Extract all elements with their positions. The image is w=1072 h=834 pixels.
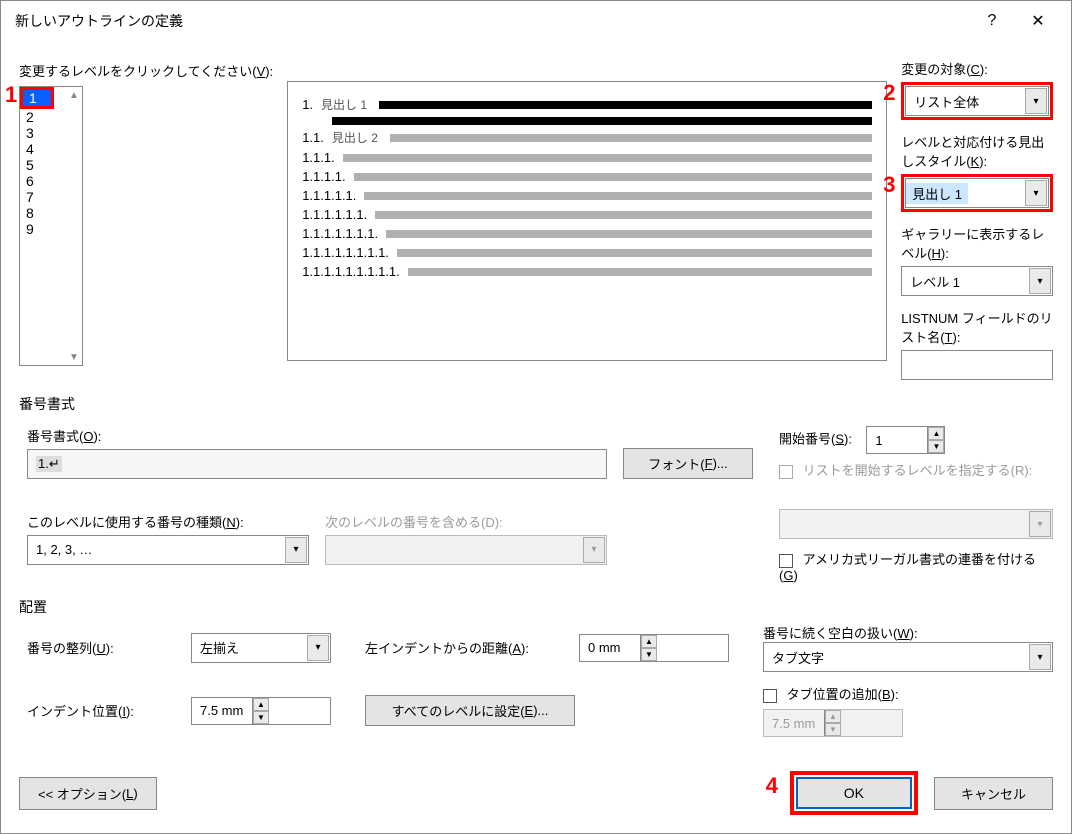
font-button[interactable]: フォント(F)... xyxy=(623,448,753,479)
tabstop-row[interactable]: タブ位置の追加(B): xyxy=(763,684,1053,703)
include-label: 次のレベルの番号を含める(D): xyxy=(325,512,607,531)
level-item-9[interactable]: 9 xyxy=(20,221,66,237)
target-combo[interactable]: リスト全体 ▾ xyxy=(905,86,1049,116)
chevron-down-icon: ▾ xyxy=(583,537,605,563)
level-item-4[interactable]: 4 xyxy=(20,141,66,157)
listnum-field[interactable] xyxy=(901,350,1053,380)
indent-label: インデント位置(I): xyxy=(27,701,177,720)
level-item-6[interactable]: 6 xyxy=(20,173,66,189)
callout-1: 1 xyxy=(5,82,17,108)
tabstop-spinner: 7.5 mm ▲▼ xyxy=(763,709,903,737)
cancel-button[interactable]: キャンセル xyxy=(934,777,1053,810)
pick-level-label: 変更するレベルをクリックしてください(V): xyxy=(19,61,273,80)
numfmt-label: 番号書式(O): xyxy=(27,426,607,445)
chevron-down-icon[interactable]: ▾ xyxy=(1025,180,1047,206)
spin-down-icon[interactable]: ▼ xyxy=(928,440,944,453)
include-combo: ▾ xyxy=(325,535,607,565)
chevron-down-icon[interactable]: ▾ xyxy=(1025,88,1047,114)
listnum-label: LISTNUM フィールドのリスト名(T): xyxy=(901,308,1053,346)
gallery-combo[interactable]: レベル 1 ▾ xyxy=(901,266,1053,296)
spin-down-icon[interactable]: ▼ xyxy=(253,711,269,724)
gallery-label: ギャラリーに表示するレベル(H): xyxy=(901,224,1053,262)
titlebar: 新しいアウトラインの定義 ? ✕ xyxy=(1,1,1071,41)
numtype-label: このレベルに使用する番号の種類(N): xyxy=(27,512,309,531)
spin-down-icon: ▼ xyxy=(825,723,841,736)
level-item-2[interactable]: 2 xyxy=(20,109,66,125)
startnum-label: 開始番号(S): 1 ▲▼ xyxy=(779,426,1053,454)
level-item-3[interactable]: 3 xyxy=(20,125,66,141)
numfmt-section-label: 番号書式 xyxy=(19,394,1053,414)
follow-combo[interactable]: タブ文字 ▾ xyxy=(763,642,1053,672)
heading-style-label: レベルと対応付ける見出しスタイル(K): xyxy=(901,132,1053,170)
tabstop-checkbox[interactable] xyxy=(763,689,777,703)
spin-down-icon[interactable]: ▼ xyxy=(641,648,657,661)
level-scrollbar[interactable]: ▲ ▼ xyxy=(66,87,82,365)
align-combo[interactable]: 左揃え ▾ xyxy=(191,633,331,663)
spin-up-icon: ▲ xyxy=(825,710,841,723)
chevron-down-icon[interactable]: ▾ xyxy=(1029,268,1051,294)
chevron-down-icon[interactable]: ▾ xyxy=(307,635,329,661)
callout-2: 2 xyxy=(883,80,895,106)
from-left-label: 左インデントからの距離(A): xyxy=(365,638,565,657)
help-button[interactable]: ? xyxy=(969,5,1015,37)
window-title: 新しいアウトラインの定義 xyxy=(15,11,183,31)
scroll-up-icon[interactable]: ▲ xyxy=(66,87,82,103)
align-label: 番号の整列(U): xyxy=(27,638,177,657)
spin-up-icon[interactable]: ▲ xyxy=(253,698,269,711)
chevron-down-icon[interactable]: ▾ xyxy=(1029,644,1051,670)
heading-style-combo[interactable]: 見出し 1 ▾ xyxy=(905,178,1049,208)
chevron-down-icon: ▾ xyxy=(1029,511,1051,537)
outline-preview: 1. 見出し 1 1.1. 見出し 2 1.1.1. 1.1.1.1. 1.1.… xyxy=(287,81,887,361)
pos-section-label: 配置 xyxy=(19,597,1053,617)
options-button[interactable]: << オプション(L) xyxy=(19,777,157,810)
level-item-1[interactable]: 1 xyxy=(23,90,51,106)
restart-row: リストを開始するレベルを指定する(R): xyxy=(779,460,1053,479)
titlebar-buttons: ? ✕ xyxy=(969,5,1061,37)
spin-up-icon[interactable]: ▲ xyxy=(641,635,657,648)
indent-spinner[interactable]: 7.5 mm ▲▼ xyxy=(191,697,331,725)
scroll-down-icon[interactable]: ▼ xyxy=(66,349,82,365)
level-item-8[interactable]: 8 xyxy=(20,205,66,221)
level-item-5[interactable]: 5 xyxy=(20,157,66,173)
follow-label: 番号に続く空白の扱い(W): xyxy=(763,623,1053,642)
callout-3: 3 xyxy=(883,172,895,198)
from-left-spinner[interactable]: 0 mm ▲▼ xyxy=(579,634,729,662)
close-button[interactable]: ✕ xyxy=(1015,5,1061,37)
startnum-spinner[interactable]: 1 ▲▼ xyxy=(866,426,945,454)
level-item-7[interactable]: 7 xyxy=(20,189,66,205)
restart-combo: ▾ xyxy=(779,509,1053,539)
level-list[interactable]: 1 2 3 4 5 6 7 8 9 ▲ ▼ xyxy=(19,86,83,366)
chevron-down-icon[interactable]: ▾ xyxy=(285,537,307,563)
callout-4: 4 xyxy=(766,773,778,799)
numtype-combo[interactable]: 1, 2, 3, … ▾ xyxy=(27,535,309,565)
spin-up-icon[interactable]: ▲ xyxy=(928,427,944,440)
restart-checkbox xyxy=(779,465,793,479)
set-all-button[interactable]: すべてのレベルに設定(E)... xyxy=(365,695,575,726)
ok-button[interactable]: OK xyxy=(796,777,912,809)
target-label: 変更の対象(C): xyxy=(901,59,1053,78)
legal-checkbox[interactable] xyxy=(779,554,793,568)
numfmt-field[interactable]: 1.↵ xyxy=(27,449,607,479)
legal-row[interactable]: アメリカ式リーガル書式の連番を付ける(G) xyxy=(779,549,1053,583)
